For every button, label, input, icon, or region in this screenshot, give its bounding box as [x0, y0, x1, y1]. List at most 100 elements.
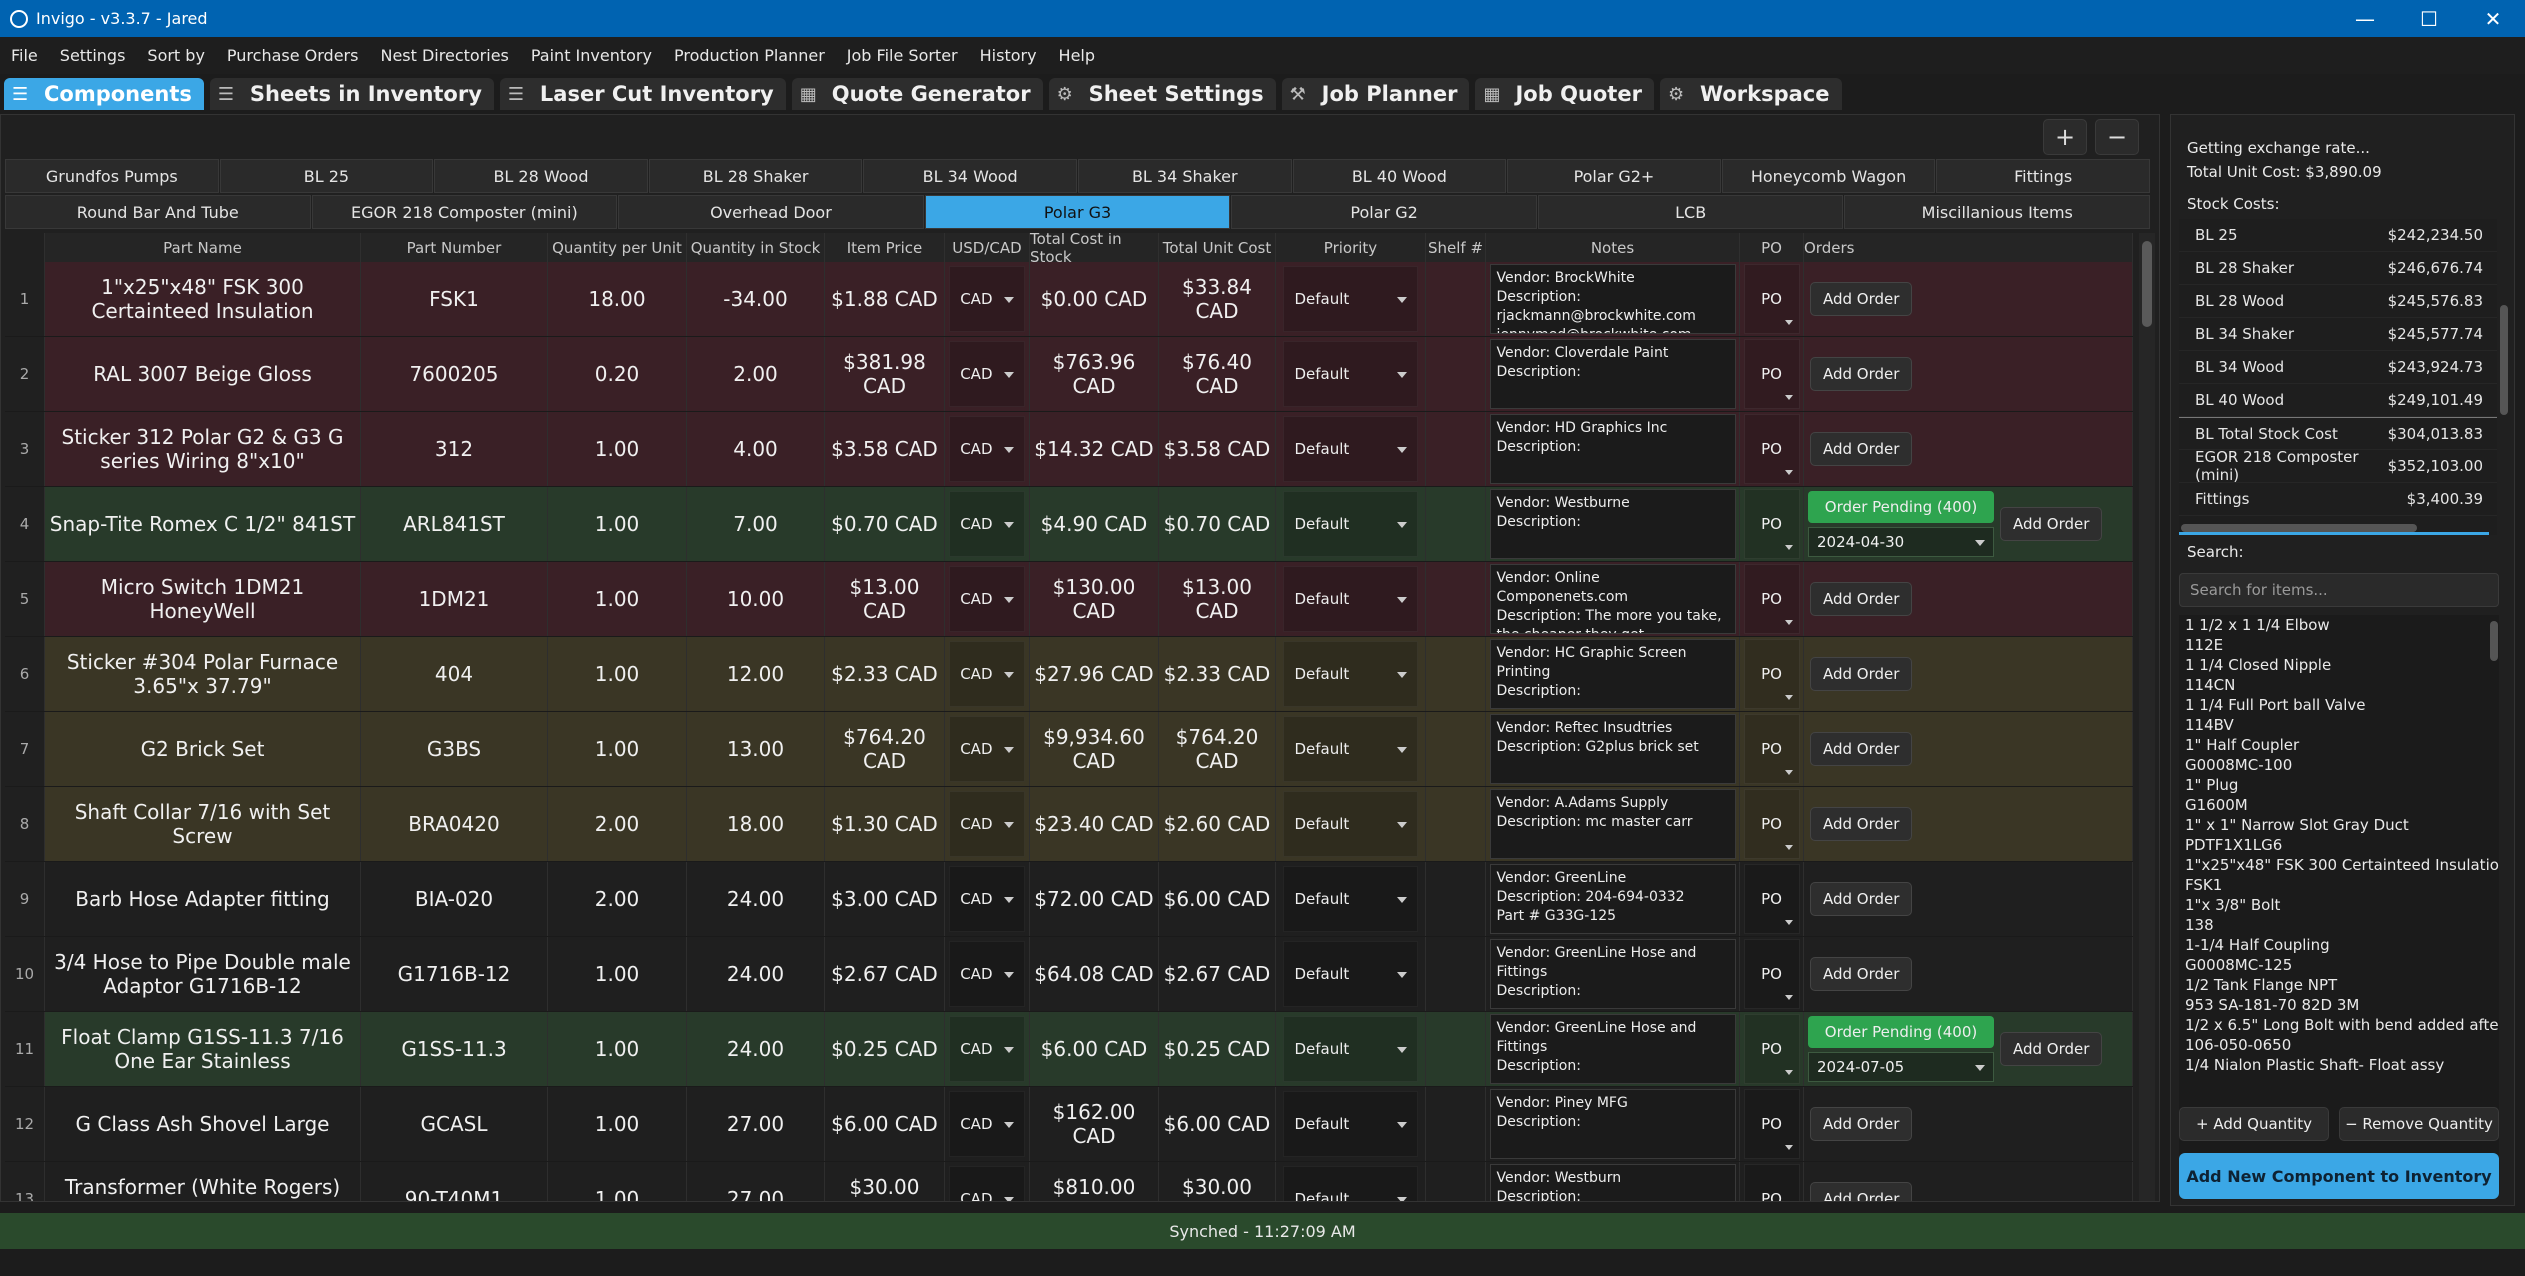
notes-textarea[interactable]: Vendor: Westburn Description: [1489, 1164, 1736, 1201]
category-tab[interactable]: LCB [1537, 195, 1844, 229]
tab-quote-generator[interactable]: ▦ Quote Generator [791, 78, 1043, 110]
quantity-per-unit-cell[interactable]: 1.00 [548, 712, 687, 786]
menu-paint-inventory[interactable]: Paint Inventory [520, 46, 663, 65]
search-input[interactable]: Search for items... [2179, 573, 2499, 607]
quantity-in-stock-cell[interactable]: -34.00 [687, 262, 825, 336]
add-order-button[interactable]: Add Order [1810, 1107, 1913, 1141]
close-button[interactable]: ✕ [2461, 0, 2525, 37]
list-item[interactable]: 1"x 3/8" Bolt [2179, 895, 2499, 915]
quantity-per-unit-cell[interactable]: 1.00 [548, 1162, 687, 1201]
quantity-in-stock-cell[interactable]: 24.00 [687, 1012, 825, 1086]
add-order-button[interactable]: Add Order [1810, 957, 1913, 991]
part-name-cell[interactable]: Barb Hose Adapter fitting [45, 862, 361, 936]
list-item[interactable]: G0008MC-100 [2179, 755, 2499, 775]
remove-quantity-button[interactable]: − Remove Quantity [2339, 1107, 2499, 1141]
list-item[interactable]: 1/2 x 6.5" Long Bolt with bend added aft… [2179, 1015, 2499, 1035]
quantity-in-stock-cell[interactable]: 18.00 [687, 787, 825, 861]
order-pending-button[interactable]: Order Pending (400) [1808, 1016, 1994, 1048]
column-header[interactable]: Part Name [45, 233, 361, 262]
column-header[interactable]: Quantity in Stock [687, 233, 825, 262]
quantity-in-stock-cell[interactable]: 2.00 [687, 337, 825, 411]
part-number-cell[interactable]: G1716B-12 [361, 937, 548, 1011]
part-number-cell[interactable]: 7600205 [361, 337, 548, 411]
currency-select[interactable]: CAD [949, 566, 1025, 632]
shelf-cell[interactable] [1426, 1012, 1486, 1086]
po-dropdown[interactable]: PO [1743, 714, 1800, 784]
tab-job-quoter[interactable]: ▦ Job Quoter [1475, 78, 1654, 110]
part-number-cell[interactable]: GCASL [361, 1087, 548, 1161]
priority-select[interactable]: Default [1283, 1016, 1418, 1082]
po-dropdown[interactable]: PO [1743, 864, 1800, 934]
column-header[interactable]: Total Cost in Stock [1030, 233, 1159, 266]
list-item[interactable]: G0008MC-125 [2179, 955, 2499, 975]
tab-laser-cut-inventory[interactable]: ☰ Laser Cut Inventory [499, 78, 786, 110]
category-tab[interactable]: BL 34 Wood [863, 159, 1077, 193]
item-price-cell[interactable]: $764.20 CAD [825, 712, 945, 786]
item-price-cell[interactable]: $1.88 CAD [825, 262, 945, 336]
notes-textarea[interactable]: Vendor: A.Adams Supply Description: mc m… [1489, 789, 1736, 859]
shelf-cell[interactable] [1426, 787, 1486, 861]
item-price-cell[interactable]: $2.33 CAD [825, 637, 945, 711]
part-name-cell[interactable]: Sticker #304 Polar Furnace 3.65"x 37.79" [45, 637, 361, 711]
currency-select[interactable]: CAD [949, 341, 1025, 407]
part-number-cell[interactable]: 404 [361, 637, 548, 711]
order-date-select[interactable]: 2024-07-05 [1808, 1052, 1994, 1082]
priority-select[interactable]: Default [1283, 266, 1418, 332]
item-price-cell[interactable]: $3.00 CAD [825, 862, 945, 936]
priority-select[interactable]: Default [1283, 341, 1418, 407]
currency-select[interactable]: CAD [949, 866, 1025, 932]
column-header[interactable] [5, 233, 45, 262]
category-tab[interactable]: Overhead Door [618, 195, 924, 229]
po-dropdown[interactable]: PO [1743, 789, 1800, 859]
quantity-in-stock-cell[interactable]: 13.00 [687, 712, 825, 786]
currency-select[interactable]: CAD [949, 416, 1025, 482]
add-order-button[interactable]: Add Order [1810, 432, 1913, 466]
list-item[interactable]: 1/4 Nialon Plastic Shaft- Float assy [2179, 1055, 2499, 1075]
minimize-button[interactable]: — [2333, 0, 2397, 37]
list-item[interactable]: G1600M [2179, 795, 2499, 815]
column-header[interactable]: Shelf # [1426, 233, 1486, 262]
category-tab[interactable]: BL 40 Wood [1292, 159, 1507, 193]
category-tab[interactable]: Round Bar And Tube [5, 195, 311, 229]
quantity-in-stock-cell[interactable]: 12.00 [687, 637, 825, 711]
quantity-in-stock-cell[interactable]: 24.00 [687, 862, 825, 936]
tab-job-planner[interactable]: ⚒ Job Planner [1281, 78, 1470, 110]
item-price-cell[interactable]: $1.30 CAD [825, 787, 945, 861]
shelf-cell[interactable] [1426, 262, 1486, 336]
category-tab[interactable]: BL 28 Shaker [648, 159, 863, 193]
menu-purchase-orders[interactable]: Purchase Orders [216, 46, 370, 65]
category-tab[interactable]: Polar G2 [1231, 195, 1537, 229]
stock-costs-scrollbar[interactable] [2498, 195, 2510, 435]
tab-sheets-in-inventory[interactable]: ☰ Sheets in Inventory [209, 78, 494, 110]
quantity-in-stock-cell[interactable]: 7.00 [687, 487, 825, 561]
shelf-cell[interactable] [1426, 412, 1486, 486]
item-price-cell[interactable]: $6.00 CAD [825, 1087, 945, 1161]
column-header[interactable]: Part Number [361, 233, 548, 262]
po-dropdown[interactable]: PO [1743, 414, 1800, 484]
add-order-button[interactable]: Add Order [2000, 1032, 2103, 1066]
add-order-button[interactable]: Add Order [1810, 357, 1913, 391]
maximize-button[interactable]: ☐ [2397, 0, 2461, 37]
item-price-cell[interactable]: $13.00 CAD [825, 562, 945, 636]
currency-select[interactable]: CAD [949, 1166, 1025, 1201]
add-order-button[interactable]: Add Order [1810, 807, 1913, 841]
tab-workspace[interactable]: ⚙ Workspace [1659, 78, 1842, 110]
part-number-cell[interactable]: G3BS [361, 712, 548, 786]
priority-select[interactable]: Default [1283, 1091, 1418, 1157]
po-dropdown[interactable]: PO [1743, 564, 1800, 634]
list-item[interactable]: 953 SA-181-70 82D 3M [2179, 995, 2499, 1015]
menu-sort-by[interactable]: Sort by [136, 46, 216, 65]
column-header[interactable]: Total Unit Cost [1159, 233, 1276, 262]
currency-select[interactable]: CAD [949, 266, 1025, 332]
notes-textarea[interactable]: Vendor: Cloverdale Paint Description: [1489, 339, 1736, 409]
item-price-cell[interactable]: $3.58 CAD [825, 412, 945, 486]
list-item[interactable]: FSK1 [2179, 875, 2499, 895]
column-header[interactable]: Orders [1804, 233, 2133, 262]
category-tab[interactable]: BL 34 Shaker [1077, 159, 1292, 193]
zoom-in-button[interactable]: + [2043, 119, 2087, 155]
quantity-per-unit-cell[interactable]: 1.00 [548, 487, 687, 561]
notes-textarea[interactable]: Vendor: Reftec Insudtries Description: G… [1489, 714, 1736, 784]
part-name-cell[interactable]: Micro Switch 1DM21 HoneyWell [45, 562, 361, 636]
quantity-per-unit-cell[interactable]: 1.00 [548, 412, 687, 486]
quantity-per-unit-cell[interactable]: 1.00 [548, 1087, 687, 1161]
